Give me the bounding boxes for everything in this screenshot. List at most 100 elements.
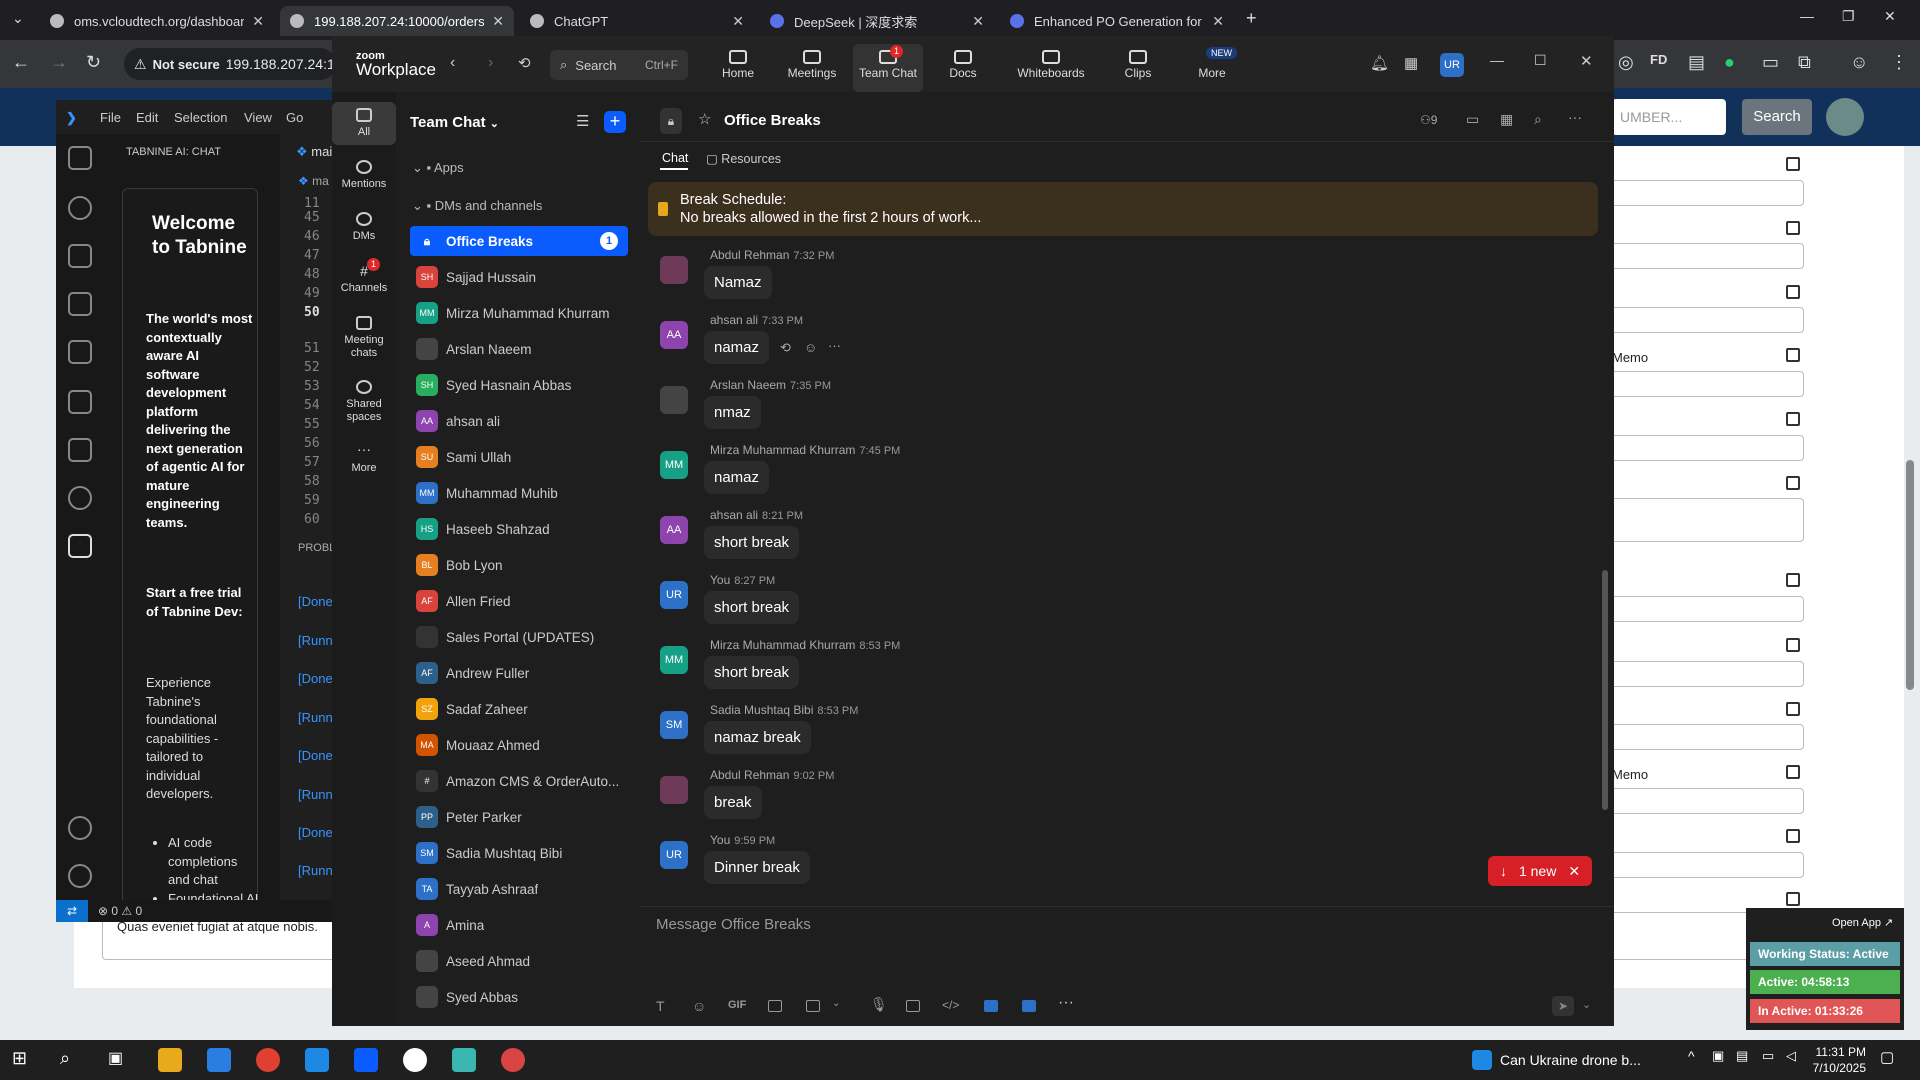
add-reaction-icon[interactable]: ☺ <box>804 340 817 355</box>
menu-file[interactable]: File <box>100 110 121 125</box>
form-field[interactable] <box>1610 243 1804 269</box>
copy-icon[interactable] <box>1786 285 1800 299</box>
problems-status[interactable]: ⊗ 0 ⚠ 0 <box>98 904 142 918</box>
website-search-button[interactable]: Search <box>1742 99 1812 135</box>
copy-icon[interactable] <box>1786 476 1800 490</box>
app-icon[interactable] <box>452 1048 476 1072</box>
video-message-icon[interactable] <box>906 1000 920 1012</box>
nav-home[interactable]: Home <box>703 44 773 92</box>
search-icon[interactable] <box>68 196 92 220</box>
nav-meetings[interactable]: Meetings <box>777 44 847 92</box>
volume-icon[interactable]: ◁ <box>1786 1048 1796 1064</box>
page-scrollbar[interactable] <box>1906 460 1914 690</box>
vscode-icon[interactable] <box>305 1048 329 1072</box>
calendar-icon[interactable]: ▦ <box>1500 111 1513 128</box>
zoom-search-bar[interactable]: ⌕ Search Ctrl+F <box>550 50 688 80</box>
form-field[interactable] <box>1610 180 1804 206</box>
rail-shared-spaces[interactable]: Shared spaces <box>332 380 396 424</box>
forward-icon[interactable]: › <box>488 54 493 72</box>
sender-name[interactable]: You <box>710 833 730 847</box>
lightning-icon[interactable] <box>68 486 92 510</box>
restore-icon[interactable]: ❐ <box>1842 8 1855 25</box>
windows-start-icon[interactable]: ⊞ <box>12 1048 34 1070</box>
zoom-icon[interactable] <box>354 1048 378 1072</box>
microphone-icon[interactable]: 🎙︎ <box>870 996 888 1013</box>
back-icon[interactable]: ← <box>12 52 30 73</box>
channel-item[interactable]: SH Syed Hasnain Abbas <box>410 370 628 400</box>
chat-message[interactable]: Arslan Naeem 7:35 PM nmaz <box>660 378 1560 438</box>
channel-item[interactable]: MA Mouaaz Ahmed <box>410 730 628 760</box>
channel-item[interactable]: Aseed Ahmad <box>410 946 628 976</box>
extension-icon[interactable]: ▭ <box>1762 52 1779 73</box>
forward-icon[interactable]: → <box>50 52 68 73</box>
rail-channels[interactable]: # Channels <box>332 264 396 295</box>
screenshot-icon[interactable] <box>806 1000 820 1012</box>
account-icon[interactable] <box>68 816 92 840</box>
rail-dms[interactable]: DMs <box>332 212 396 243</box>
tab-resources[interactable]: ▢ Resources <box>706 151 781 166</box>
close-icon[interactable]: ✕ <box>972 13 984 30</box>
tray-icon[interactable]: ▣ <box>1712 1048 1724 1064</box>
channel-item[interactable]: Arslan Naeem <box>410 334 628 364</box>
apps-section[interactable]: ⌄ ▪ Apps <box>412 160 464 176</box>
browser-tab-chatgpt[interactable]: ChatGPT ✕ <box>520 6 754 36</box>
chat-title[interactable]: Office Breaks <box>724 112 821 129</box>
menu-view[interactable]: View <box>244 110 272 125</box>
form-field[interactable] <box>1610 661 1804 687</box>
message-bubble[interactable]: nmaz <box>704 396 761 429</box>
form-field[interactable] <box>1610 435 1804 461</box>
pinned-message[interactable]: Break Schedule: No breaks allowed in the… <box>648 182 1598 236</box>
message-bubble[interactable]: short break <box>704 591 800 624</box>
file-icon[interactable] <box>768 1000 782 1012</box>
avatar[interactable]: AA <box>660 516 688 544</box>
avatar[interactable] <box>660 776 688 804</box>
editor-breadcrumb[interactable]: ❖ ma <box>298 174 329 188</box>
new-tab-icon[interactable]: + <box>1246 8 1257 29</box>
message-bubble[interactable]: namaz break <box>704 721 811 754</box>
message-bubble[interactable]: break <box>704 786 762 819</box>
task-view-icon[interactable]: ▣ <box>108 1048 123 1068</box>
channel-item[interactable]: Sales Portal (UPDATES) <box>410 622 628 652</box>
avatar[interactable]: SM <box>660 711 688 739</box>
avatar[interactable]: AA <box>660 321 688 349</box>
chat-message[interactable]: UR You 9:59 PM Dinner break <box>660 833 1560 893</box>
copy-icon[interactable] <box>1786 892 1800 906</box>
menu-edit[interactable]: Edit <box>136 110 158 125</box>
app-icon[interactable] <box>984 1000 998 1012</box>
nav-clips[interactable]: Clips <box>1103 44 1173 92</box>
form-field[interactable] <box>1610 852 1804 878</box>
chat-scrollbar[interactable] <box>1602 570 1608 810</box>
sender-name[interactable]: ahsan ali <box>710 313 758 327</box>
extensions-icon[interactable] <box>68 340 92 364</box>
more-dots-icon[interactable]: ··· <box>1058 994 1074 1012</box>
channel-item[interactable]: Syed Abbas <box>410 982 628 1012</box>
chat-list-title[interactable]: Team Chat ⌄ <box>410 114 499 131</box>
chevron-down-icon[interactable]: ⌄ <box>832 998 840 1009</box>
nav-team-chat[interactable]: Team Chat <box>853 44 923 92</box>
chat-message[interactable]: AA ahsan ali 7:33 PM namaz <box>660 313 1560 373</box>
tab-list-chevron-icon[interactable]: ⌄ <box>12 10 24 27</box>
settings-gear-icon[interactable] <box>68 864 92 888</box>
sender-name[interactable]: Sadia Mushtaq Bibi <box>710 703 813 717</box>
app-icon[interactable] <box>501 1048 525 1072</box>
extension-icon[interactable]: ◎ <box>1618 52 1634 73</box>
store-icon[interactable] <box>207 1048 231 1072</box>
more-dots-icon[interactable]: ··· <box>1568 109 1582 125</box>
text-format-icon[interactable]: T <box>656 998 665 1014</box>
sender-name[interactable]: Mirza Muhammad Khurram <box>710 638 855 652</box>
nav-whiteboards[interactable]: Whiteboards <box>1011 44 1091 92</box>
channel-item[interactable]: MM Muhammad Muhib <box>410 478 628 508</box>
form-field[interactable] <box>1610 371 1804 397</box>
browser-tab-oms-dashboard[interactable]: oms.vcloudtech.org/dashboard ✕ <box>40 6 274 36</box>
rail-more[interactable]: ··· More <box>332 442 396 475</box>
browser-tab-deepseek[interactable]: DeepSeek | 深度求索 ✕ <box>760 6 994 36</box>
message-bubble[interactable]: namaz <box>704 461 770 494</box>
app-icon[interactable] <box>403 1048 427 1072</box>
form-field[interactable] <box>1610 724 1804 750</box>
form-field[interactable] <box>1610 788 1804 814</box>
history-icon[interactable]: ⟲ <box>518 54 531 72</box>
code-snippet-icon[interactable]: </> <box>942 998 959 1012</box>
channel-item[interactable]: # Amazon CMS & OrderAuto... <box>410 766 628 796</box>
channel-item[interactable]: AF Allen Fried <box>410 586 628 616</box>
channel-item[interactable]: SH Sajjad Hussain <box>410 262 628 292</box>
